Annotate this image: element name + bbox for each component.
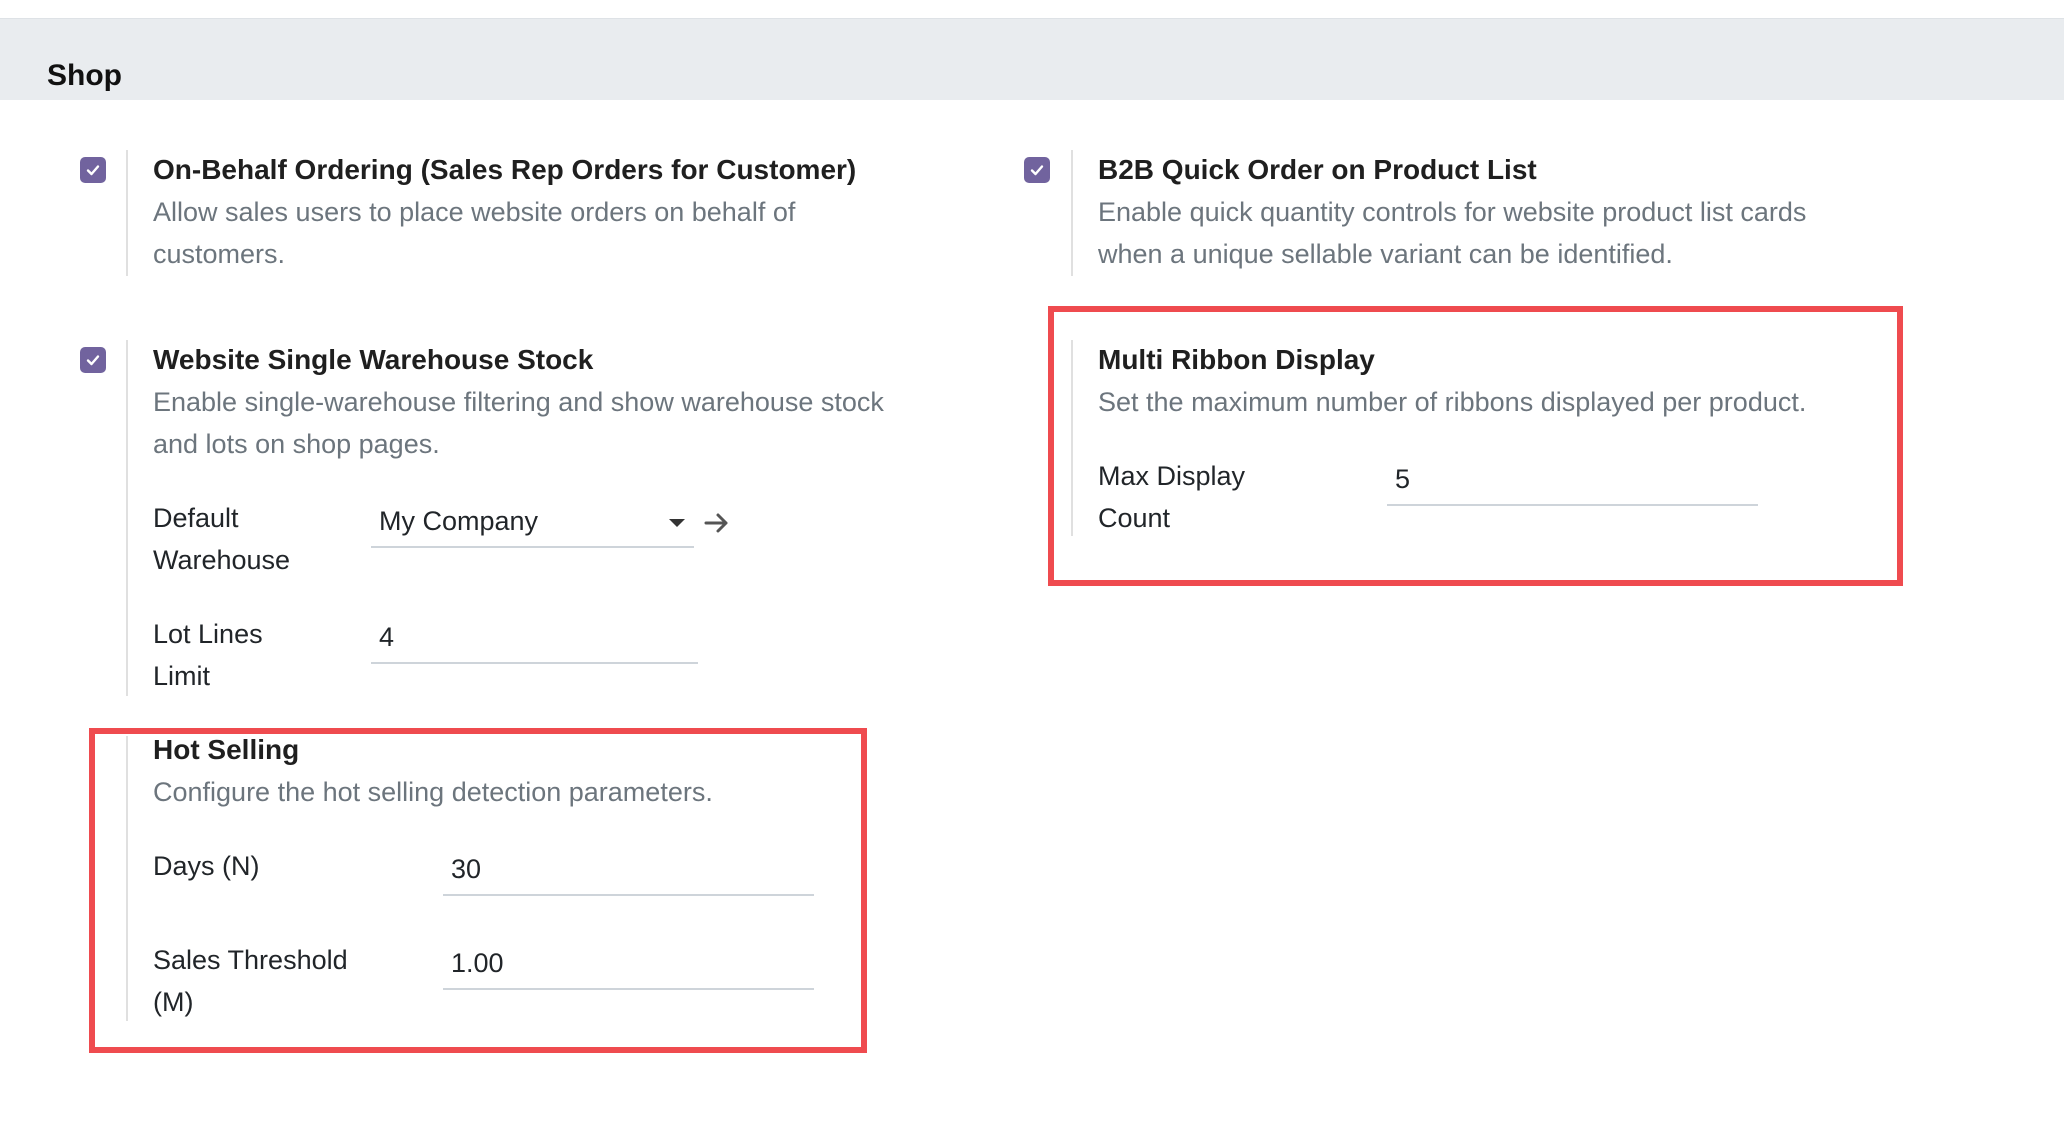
default-warehouse-label-1: Default [153,503,239,533]
sales-threshold-label-1: Sales Threshold [153,945,348,975]
section-header: Shop [0,19,2064,100]
check-icon [86,165,100,176]
b2b-quick-checkbox[interactable] [1024,157,1050,183]
single-warehouse-title: Website Single Warehouse Stock [153,344,594,375]
check-icon [86,355,100,366]
on-behalf-desc-1: Allow sales users to place website order… [153,197,796,227]
on-behalf-title: On-Behalf Ordering (Sales Rep Orders for… [153,154,857,185]
max-display-underline [1387,504,1758,506]
single-warehouse-desc-2: and lots on shop pages. [153,429,440,459]
lot-lines-underline [371,662,698,664]
single-warehouse-checkbox[interactable] [80,347,106,373]
default-warehouse-underline [371,546,694,548]
days-label: Days (N) [153,851,260,881]
on-behalf-checkbox[interactable] [80,157,106,183]
hot-selling-desc: Configure the hot selling detection para… [153,777,713,807]
default-warehouse-select[interactable]: My Company [379,506,538,537]
b2b-quick-desc-2: when a unique sellable variant can be id… [1098,239,1673,269]
setting-divider [126,150,128,276]
sales-threshold-underline [443,988,814,990]
setting-divider [1071,340,1073,536]
sales-threshold-label-2: (M) [153,987,194,1017]
lot-lines-label-1: Lot Lines [153,619,263,649]
sales-threshold-input[interactable]: 1.00 [451,948,504,979]
multi-ribbon-title: Multi Ribbon Display [1098,344,1375,375]
lot-lines-input[interactable]: 4 [379,622,394,653]
days-underline [443,894,814,896]
on-behalf-desc-2: customers. [153,239,286,269]
arrow-right-icon[interactable] [704,511,730,535]
caret-down-icon[interactable] [669,519,685,527]
setting-divider [1071,150,1073,276]
multi-ribbon-desc: Set the maximum number of ribbons displa… [1098,387,1807,417]
b2b-quick-title: B2B Quick Order on Product List [1098,154,1537,185]
lot-lines-label-2: Limit [153,661,211,691]
b2b-quick-desc-1: Enable quick quantity controls for websi… [1098,197,1807,227]
max-display-label-1: Max Display [1098,461,1246,491]
single-warehouse-desc-1: Enable single-warehouse filtering and sh… [153,387,884,417]
max-display-label-2: Count [1098,503,1171,533]
setting-divider [126,736,128,1021]
setting-divider [126,340,128,696]
default-warehouse-label-2: Warehouse [153,545,291,575]
section-title: Shop [47,59,122,92]
hot-selling-title: Hot Selling [153,734,300,765]
days-input[interactable]: 30 [451,854,481,885]
max-display-input[interactable]: 5 [1395,464,1410,495]
check-icon [1030,165,1044,176]
top-border [0,0,2064,19]
